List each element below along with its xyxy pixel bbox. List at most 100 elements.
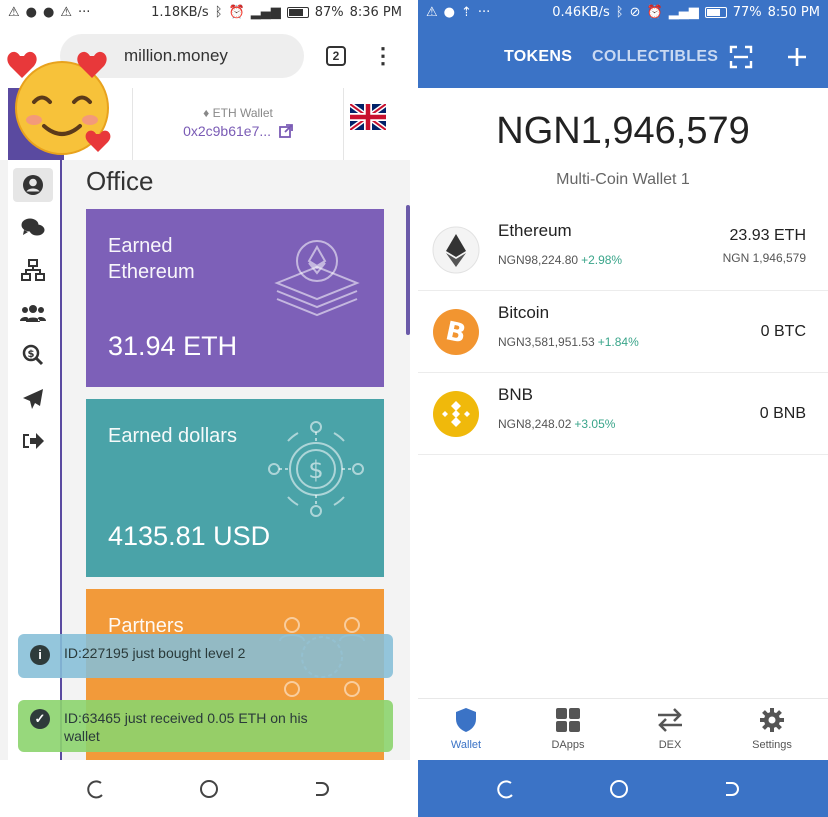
- browser-menu-button[interactable]: ⋮: [372, 42, 394, 70]
- bluetooth-icon: ᛒ: [214, 4, 223, 20]
- status-bar: ⚠ ● ● ⚠ ··· 1.18KB/s ᛒ ⏰ ▂▄▆ 87% 8:36 PM: [0, 0, 410, 24]
- earned-ethereum-card: Earned Ethereum 31.94 ETH: [86, 209, 384, 387]
- search-dollar-icon[interactable]: $: [20, 342, 46, 368]
- token-row-ethereum[interactable]: Ethereum NGN98,224.80 +2.98% 23.93 ETH NG…: [418, 209, 828, 291]
- bnb-icon: [433, 391, 479, 437]
- app-icon: ●: [25, 4, 37, 20]
- wallet-header: TOKENS COLLECTIBLES: [418, 24, 828, 88]
- add-icon[interactable]: [784, 44, 810, 70]
- token-name: Bitcoin: [498, 303, 550, 322]
- token-amount: 23.93 ETH: [729, 227, 806, 244]
- clock: 8:50 PM: [767, 4, 820, 20]
- token-price: NGN98,224.80 +2.98%: [498, 253, 623, 267]
- swap-arrows-icon: [658, 708, 682, 732]
- earned-dollars-card: Earned dollars 4135.81 USD $: [86, 399, 384, 577]
- eth-wallet-address[interactable]: 0x2c9b61e7...: [133, 123, 343, 139]
- page-title: Office: [86, 166, 154, 196]
- token-price: NGN8,248.02 +3.05%: [498, 417, 616, 431]
- total-balance: NGN1,946,579: [496, 110, 750, 152]
- eth-wallet-label: ETH Wallet: [212, 106, 273, 120]
- card-title: Earned Ethereum: [108, 235, 195, 283]
- toast-text: ID:63465 just received 0.05 ETH on his w…: [64, 710, 308, 744]
- smiling-face-with-hearts-emoji: [7, 51, 111, 155]
- clock: 8:36 PM: [349, 4, 402, 20]
- battery-percent: 77%: [732, 4, 762, 20]
- tab-collectibles[interactable]: COLLECTIBLES: [592, 48, 718, 66]
- ethereum-icon: ♦: [203, 106, 213, 120]
- system-nav-bar: [418, 760, 828, 817]
- signal-icon: ▂▄▆: [250, 4, 281, 20]
- token-change: +3.05%: [574, 417, 616, 431]
- card-title: Earned dollars: [108, 425, 237, 447]
- success-toast[interactable]: ✓ ID:63465 just received 0.05 ETH on his…: [18, 700, 393, 752]
- tab-tokens[interactable]: TOKENS: [504, 48, 572, 66]
- ethereum-icon: [432, 226, 480, 274]
- mute-icon: ⊘: [629, 4, 641, 20]
- chat-icon: ●: [43, 4, 55, 20]
- token-price: NGN3,581,951.53 +1.84%: [498, 335, 639, 349]
- tab-switcher-button[interactable]: 2: [326, 46, 346, 66]
- recent-apps-icon[interactable]: [86, 779, 106, 799]
- dollar-coin-network-icon: $: [268, 421, 364, 517]
- bitcoin-icon: B: [433, 309, 479, 355]
- home-icon[interactable]: [609, 779, 629, 799]
- alert-icon: ⚠: [426, 4, 438, 20]
- token-amount: 0 BTC: [760, 323, 806, 340]
- battery-percent: 87%: [314, 4, 344, 20]
- grid-icon: [556, 708, 580, 732]
- svg-text:$: $: [28, 349, 35, 360]
- info-toast[interactable]: i ID:227195 just bought level 2: [18, 634, 393, 678]
- network-speed: 0.46KB/s: [552, 4, 610, 20]
- wallet-name[interactable]: Multi-Coin Wallet 1: [418, 171, 828, 189]
- tab-settings[interactable]: Settings: [732, 707, 812, 751]
- chat-icon[interactable]: [20, 215, 46, 241]
- profile-icon[interactable]: [13, 168, 53, 202]
- tab-wallet[interactable]: Wallet: [426, 707, 506, 751]
- eth-wallet-box: ♦ ETH Wallet 0x2c9b61e7...: [132, 88, 344, 160]
- card-value: 4135.81 USD: [108, 521, 271, 551]
- token-amount: 0 BNB: [759, 405, 806, 422]
- more-icon: ···: [78, 4, 91, 20]
- svg-text:$: $: [308, 456, 323, 484]
- alert-icon: ⚠: [8, 4, 20, 20]
- alert-icon: ⚠: [60, 4, 72, 20]
- team-icon[interactable]: [20, 300, 46, 326]
- info-icon: i: [30, 645, 50, 665]
- token-change: +2.98%: [581, 253, 623, 267]
- home-icon[interactable]: [199, 779, 219, 799]
- external-link-icon[interactable]: [279, 124, 293, 138]
- card-value: 31.94 ETH: [108, 331, 238, 361]
- uk-flag-icon[interactable]: [350, 104, 386, 130]
- back-icon[interactable]: [312, 779, 332, 799]
- network-speed: 1.18KB/s: [151, 4, 209, 20]
- status-bar: ⚠ ● ⇡ ··· 0.46KB/s ᛒ ⊘ ⏰ ▂▄▆ 77% 8:50 PM: [418, 0, 828, 24]
- battery-icon: [286, 6, 309, 18]
- signal-icon: ▂▄▆: [668, 4, 699, 20]
- scan-icon[interactable]: [728, 44, 754, 70]
- logout-icon[interactable]: [20, 428, 46, 454]
- bluetooth-icon: ᛒ: [615, 4, 624, 20]
- network-structure-icon[interactable]: [20, 257, 46, 283]
- token-row-bitcoin[interactable]: B Bitcoin NGN3,581,951.53 +1.84% 0 BTC: [418, 291, 828, 373]
- bottom-tab-bar: Wallet DApps DEX Settings: [418, 698, 828, 760]
- ethereum-coins-icon: [274, 240, 360, 317]
- upload-icon: ⇡: [461, 4, 472, 20]
- recent-apps-icon[interactable]: [496, 779, 516, 799]
- token-fiat-value: NGN 1,946,579: [722, 251, 806, 265]
- token-name: Ethereum: [498, 221, 572, 240]
- tab-dex[interactable]: DEX: [630, 707, 710, 751]
- send-icon[interactable]: [20, 386, 46, 412]
- battery-icon: [704, 6, 727, 18]
- token-row-bnb[interactable]: BNB NGN8,248.02 +3.05% 0 BNB: [418, 373, 828, 455]
- more-icon: ···: [477, 4, 491, 20]
- app-icon: ●: [443, 4, 455, 20]
- back-icon[interactable]: [722, 779, 742, 799]
- check-circle-icon: ✓: [30, 709, 50, 729]
- token-name: BNB: [498, 385, 533, 404]
- system-nav-bar: [0, 760, 410, 817]
- tab-dapps[interactable]: DApps: [528, 707, 608, 751]
- divider: [410, 0, 418, 817]
- left-phone-screen: ⚠ ● ● ⚠ ··· 1.18KB/s ᛒ ⏰ ▂▄▆ 87% 8:36 PM…: [0, 0, 410, 817]
- token-change: +1.84%: [597, 335, 639, 349]
- toast-text: ID:227195 just bought level 2: [64, 645, 246, 661]
